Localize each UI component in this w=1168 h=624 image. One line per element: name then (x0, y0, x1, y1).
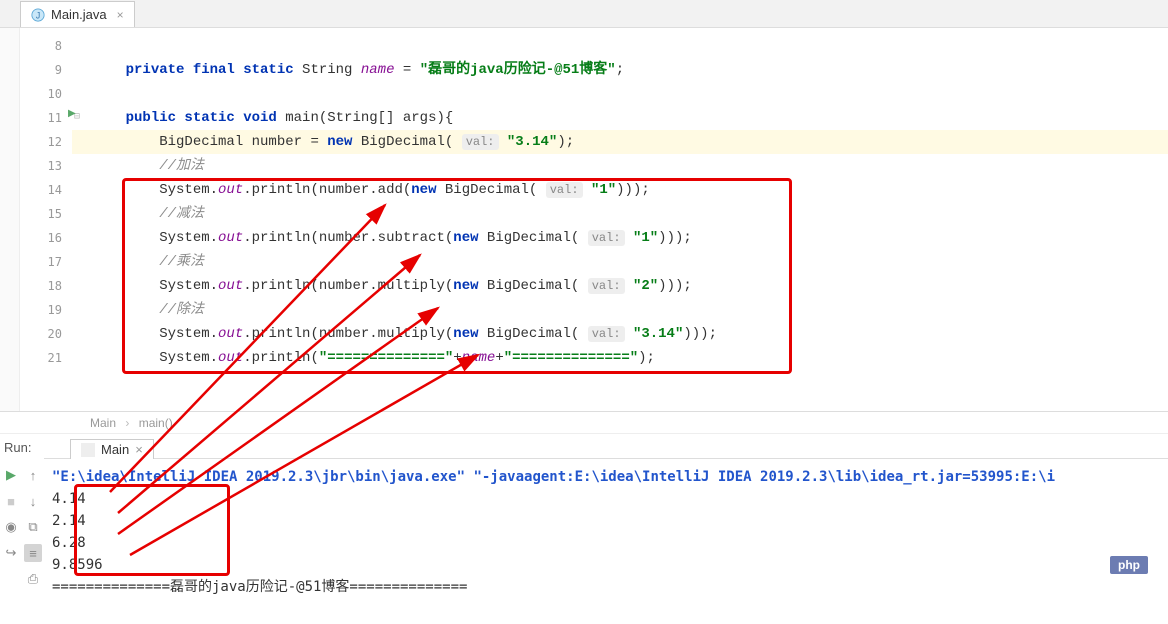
chevron-right-icon: › (125, 416, 129, 430)
line-number: 9 (20, 58, 72, 82)
breadcrumb-item[interactable]: Main (90, 416, 116, 430)
app-icon (81, 443, 95, 457)
run-toolbar-left: ▶ ■ ◉ ↪ (0, 460, 20, 604)
console-line: 6.28 (52, 532, 1162, 554)
line-number: 15 (20, 202, 72, 226)
code-content[interactable]: private final static String name = "磊哥的j… (72, 28, 1168, 411)
current-line: BigDecimal number = new BigDecimal( val:… (72, 130, 1168, 154)
run-tab-bar: Main × (44, 435, 1168, 459)
stop-button[interactable]: ■ (2, 492, 20, 510)
file-tab-label: Main.java (51, 7, 107, 22)
code-editor: ▶ 8 9 10 11 12 13 14 15 16 17 18 19 20 2… (0, 28, 1168, 412)
wrap-icon[interactable]: ≡ (24, 544, 42, 562)
line-number: 8 (20, 34, 72, 58)
line-number: 20 (20, 322, 72, 346)
console-line: 2.14 (52, 510, 1162, 532)
close-icon[interactable]: × (117, 8, 124, 22)
line-gutter: ▶ 8 9 10 11 12 13 14 15 16 17 18 19 20 2… (20, 28, 72, 411)
svg-text:J: J (36, 10, 40, 20)
console-command: "E:\idea\IntelliJ IDEA 2019.2.3\jbr\bin\… (52, 466, 1162, 488)
run-tab-label: Main (101, 442, 129, 457)
run-toolbar-right: ↑ ↓ ⧉ ≡ ⎙ (20, 460, 46, 604)
keyword: private final static (126, 62, 294, 78)
run-panel: ▶ ■ ◉ ↪ ↑ ↓ ⧉ ≡ ⎙ "E:\idea\IntelliJ IDEA… (0, 460, 1168, 604)
line-number: 11 (20, 106, 72, 130)
line-number: 21 (20, 346, 72, 370)
down-icon[interactable]: ↓ (24, 492, 42, 510)
console-line: 4.14 (52, 488, 1162, 510)
line-number: 19 (20, 298, 72, 322)
exit-icon[interactable]: ↪ (2, 544, 20, 562)
php-badge: php (1110, 556, 1148, 574)
console-line: ==============磊哥的java历险记-@51博客==========… (52, 576, 1162, 598)
line-number: 18 (20, 274, 72, 298)
line-number: 13 (20, 154, 72, 178)
console-output[interactable]: "E:\idea\IntelliJ IDEA 2019.2.3\jbr\bin\… (46, 460, 1168, 604)
breadcrumb-item[interactable]: main() (139, 416, 173, 430)
camera-icon[interactable]: ◉ (2, 518, 20, 536)
filter-icon[interactable]: ⧉ (24, 518, 42, 536)
line-number: 10 (20, 82, 72, 106)
rerun-button[interactable]: ▶ (2, 466, 20, 484)
line-number: 12 (20, 130, 72, 154)
run-config-tab[interactable]: Main × (70, 439, 154, 459)
editor-tab-bar: J Main.java × (0, 0, 1168, 28)
console-line: 9.8596 (52, 554, 1162, 576)
run-gutter-icon[interactable]: ▶ (68, 108, 76, 119)
close-icon[interactable]: × (135, 442, 143, 457)
run-tool-label: Run: (0, 434, 44, 461)
print-icon[interactable]: ⎙ (24, 570, 42, 588)
java-file-icon: J (31, 8, 45, 22)
line-number: 16 (20, 226, 72, 250)
line-number: 14 (20, 178, 72, 202)
file-tab[interactable]: J Main.java × (20, 1, 135, 27)
up-icon[interactable]: ↑ (24, 466, 42, 484)
left-gutter-tools (0, 28, 20, 411)
breadcrumb[interactable]: Main › main() (0, 412, 1168, 434)
line-number: 17 (20, 250, 72, 274)
